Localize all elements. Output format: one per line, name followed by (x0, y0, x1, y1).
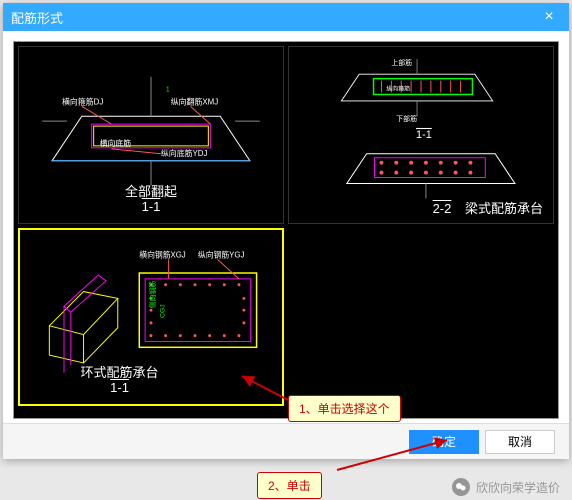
label-hsteel: 横向钢筋XGJ (139, 249, 186, 259)
dim-text: 1 (166, 86, 170, 93)
label-h3: 横向底筋 (100, 138, 132, 148)
label-h1: 横向箍筋DJ (62, 96, 103, 106)
section-11: 1-1 (416, 129, 432, 141)
svg-text:CGJ: CGJ (160, 304, 167, 318)
label-h2: 纵向翻筋XMJ (171, 96, 218, 106)
label-top: 上部筋 (391, 58, 412, 67)
cancel-button[interactable]: 取消 (485, 430, 555, 454)
titlebar: 配筋形式 × (3, 3, 569, 31)
annotation-callout-2: 2、单击 (257, 472, 322, 499)
label-bottom: 下部筋 (396, 114, 417, 123)
wechat-icon (452, 478, 470, 496)
watermark-text: 欣欣向荣学造价 (476, 479, 560, 496)
close-icon[interactable]: × (537, 5, 561, 29)
option-caption: 2-2 梁式配筋承台 (433, 201, 543, 217)
label-vsteel: 纵向钢筋YGJ (198, 249, 245, 259)
watermark: 欣欣向荣学造价 (452, 478, 560, 496)
options-scroll[interactable]: 横向箍筋DJ 纵向翻筋XMJ 横向底筋 纵向底筋YDJ 1 全部翻起 1-1 (13, 41, 559, 419)
dialog-title: 配筋形式 (11, 8, 537, 27)
annotation-callout-1: 1、单击选择这个 (288, 395, 401, 422)
option-beam-style[interactable]: 上部筋 纵向箍筋 下部筋 1-1 (288, 46, 554, 224)
option-caption: 全部翻起 1-1 (125, 184, 177, 215)
annotation-arrow-1 (236, 372, 292, 404)
button-row: 确定 取消 (3, 423, 569, 459)
dialog-content: 横向箍筋DJ 纵向翻筋XMJ 横向底筋 纵向底筋YDJ 1 全部翻起 1-1 (3, 31, 569, 421)
option-caption: 环式配筋承台 1-1 (81, 365, 159, 396)
label-stirrup: 纵向箍筋 (386, 85, 410, 93)
svg-text:侧向钢筋: 侧向钢筋 (148, 281, 157, 308)
label-h4: 纵向底筋YDJ (161, 148, 208, 158)
options-grid: 横向箍筋DJ 纵向翻筋XMJ 横向底筋 纵向底筋YDJ 1 全部翻起 1-1 (18, 46, 554, 406)
option-all-flip[interactable]: 横向箍筋DJ 纵向翻筋XMJ 横向底筋 纵向底筋YDJ 1 全部翻起 1-1 (18, 46, 284, 224)
